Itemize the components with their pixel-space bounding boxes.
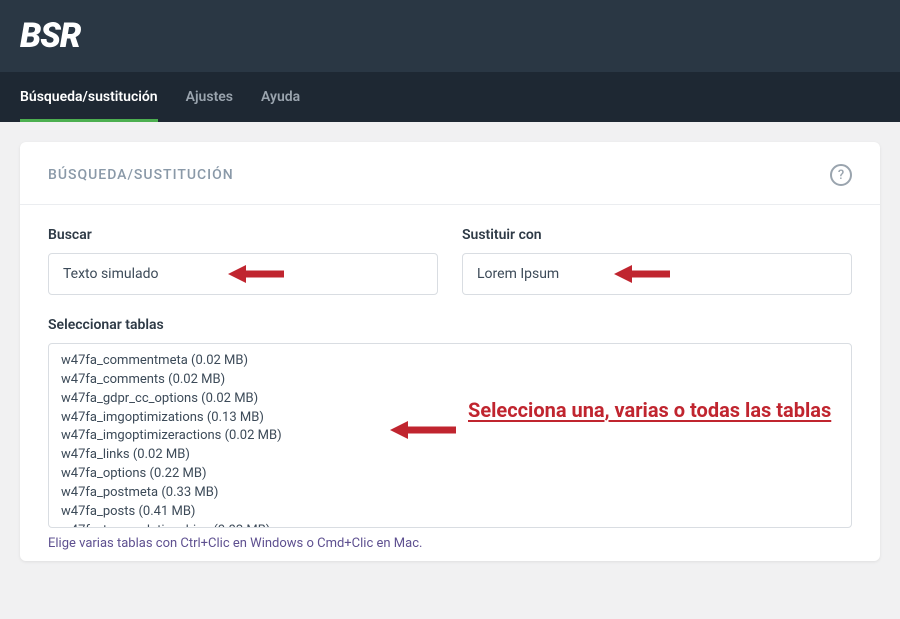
content-area: BÚSQUEDA/SUSTITUCIÓN ? Buscar Sustituir …: [0, 122, 900, 581]
replace-col: Sustituir con: [462, 227, 852, 295]
search-label: Buscar: [48, 227, 438, 243]
panel-header: BÚSQUEDA/SUSTITUCIÓN ?: [20, 142, 880, 205]
table-option[interactable]: w47fa_imgoptimizeractions (0.02 MB): [61, 427, 839, 446]
tabs-bar: Búsqueda/sustitución Ajustes Ayuda: [0, 72, 900, 122]
table-option[interactable]: w47fa_comments (0.02 MB): [61, 371, 839, 390]
tables-section: Seleccionar tablas w47fa_commentmeta (0.…: [48, 317, 852, 551]
app-header: BSR: [0, 0, 900, 72]
table-option[interactable]: w47fa_term_relationships (0.02 MB): [61, 522, 839, 528]
replace-input[interactable]: [462, 253, 852, 295]
help-icon[interactable]: ?: [830, 164, 852, 186]
tab-label: Ayuda: [261, 89, 300, 105]
tab-help[interactable]: Ayuda: [261, 72, 300, 122]
help-symbol: ?: [838, 168, 844, 183]
tab-label: Búsqueda/sustitución: [20, 89, 158, 105]
replace-label: Sustituir con: [462, 227, 852, 243]
table-option[interactable]: w47fa_posts (0.41 MB): [61, 503, 839, 522]
table-option[interactable]: w47fa_imgoptimizations (0.13 MB): [61, 409, 839, 428]
table-option[interactable]: w47fa_links (0.02 MB): [61, 446, 839, 465]
search-input[interactable]: [48, 253, 438, 295]
tables-select[interactable]: w47fa_commentmeta (0.02 MB)w47fa_comment…: [48, 343, 852, 528]
panel-title: BÚSQUEDA/SUSTITUCIÓN: [48, 167, 234, 183]
table-option[interactable]: w47fa_gdpr_cc_options (0.02 MB): [61, 390, 839, 409]
panel-body: Buscar Sustituir con Selec: [20, 205, 880, 561]
search-col: Buscar: [48, 227, 438, 295]
tab-settings[interactable]: Ajustes: [186, 72, 233, 122]
table-option[interactable]: w47fa_postmeta (0.33 MB): [61, 484, 839, 503]
input-row: Buscar Sustituir con: [48, 227, 852, 295]
tab-search-replace[interactable]: Búsqueda/sustitución: [20, 72, 158, 122]
table-option[interactable]: w47fa_options (0.22 MB): [61, 465, 839, 484]
tab-label: Ajustes: [186, 89, 233, 105]
table-option[interactable]: w47fa_commentmeta (0.02 MB): [61, 352, 839, 371]
logo: BSR: [20, 16, 80, 56]
search-replace-panel: BÚSQUEDA/SUSTITUCIÓN ? Buscar Sustituir …: [20, 142, 880, 561]
tables-hint: Elige varias tablas con Ctrl+Clic en Win…: [48, 536, 852, 551]
tables-label: Seleccionar tablas: [48, 317, 852, 333]
